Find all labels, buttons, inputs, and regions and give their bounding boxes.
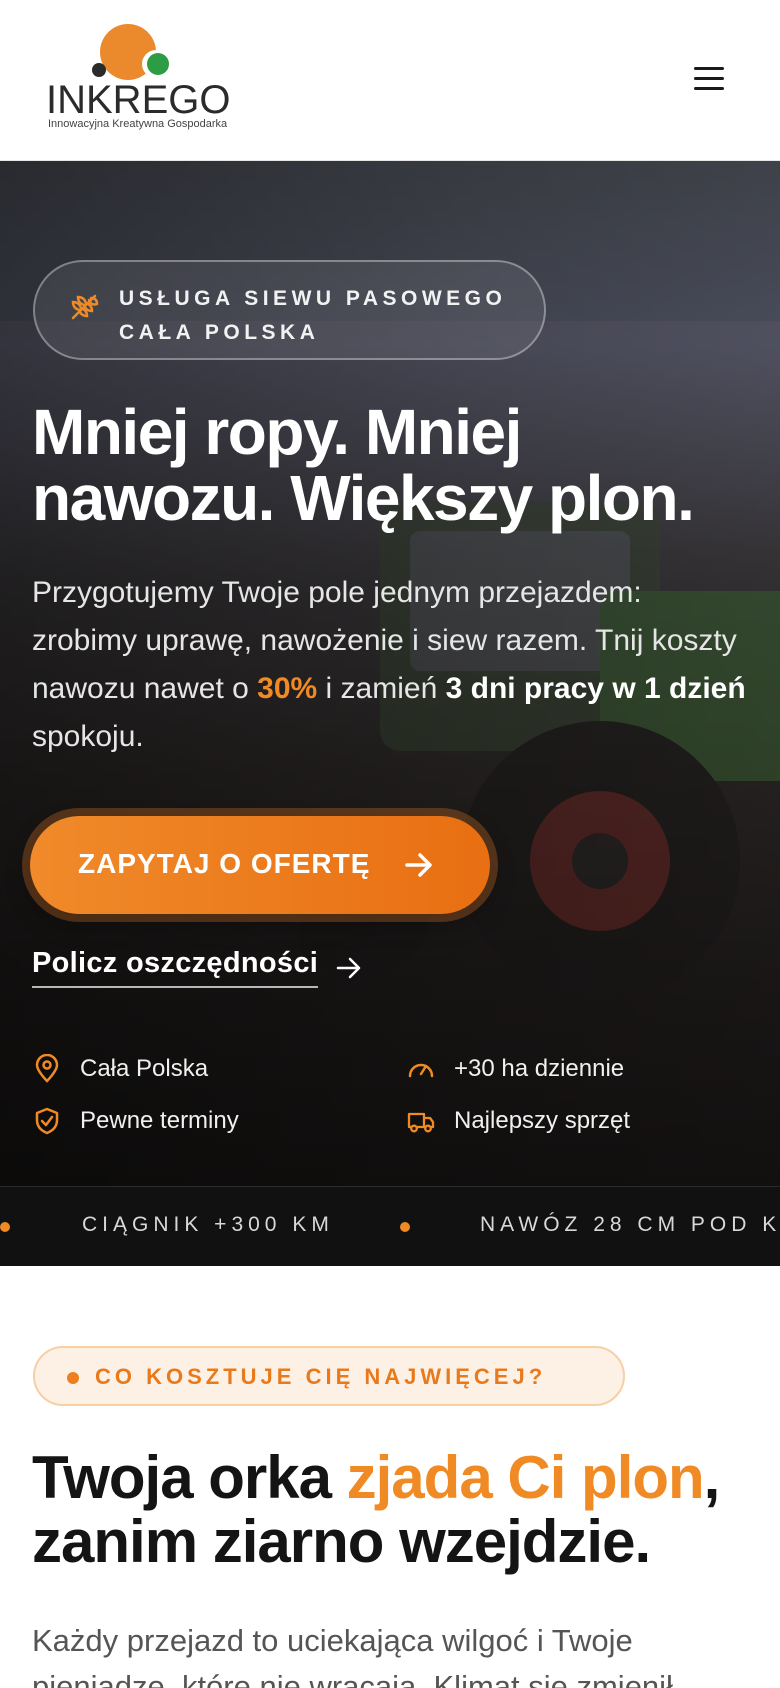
service-badge: USŁUGA SIEWU PASOWEGO CAŁA POLSKA [33,260,546,360]
logo-name: INKREGO [46,78,231,122]
wheat-icon [71,294,99,320]
badge-line-1: USŁUGA SIEWU PASOWEGO [119,287,507,310]
calculate-savings-link[interactable]: Policz oszczędności [32,947,361,988]
site-header: INKREGO Innowacyjna Kreatywna Gospodarka [0,0,780,161]
feature-item: Pewne terminy [32,1104,239,1138]
pill-dot [67,1372,79,1384]
hamburger-icon [694,67,724,70]
hamburger-icon-line [694,87,724,90]
arrow-right-icon [405,853,432,877]
feature-label: Pewne terminy [80,1107,239,1134]
ticker-item: NAWÓZ 28 CM POD KO [480,1213,780,1236]
map-pin-icon [35,1054,59,1083]
logo[interactable]: INKREGO Innowacyjna Kreatywna Gospodarka [44,24,244,136]
feature-item: Najlepszy sprzęt [406,1104,630,1138]
section-title: Twoja orka zjada Ci plon, zanim ziarno w… [32,1446,772,1574]
feature-label: +30 ha dziennie [454,1055,625,1082]
logo-tagline: Innowacyjna Kreatywna Gospodarka [48,118,228,130]
feature-label: Cała Polska [80,1055,209,1082]
marquee-ticker: CIĄGNIK +300 KM NAWÓZ 28 CM POD KO [0,1186,780,1266]
hero-title-line-2: nawozu. Większy plon. [32,462,695,534]
feature-item: Cała Polska [32,1052,208,1086]
feature-item: +30 ha dziennie [406,1052,624,1086]
hero-description: Przygotujemy Twoje pole jednym przejazde… [32,569,752,761]
hero-desc-text-2: i zamień [317,672,446,705]
hero-desc-text-3: spokoju. [32,720,144,753]
section-title-accent: zjada Ci plon [346,1444,705,1511]
ticker-dot [0,1222,10,1232]
hamburger-menu-button[interactable] [692,64,726,94]
request-offer-label: ZAPYTAJ O OFERTĘ [78,848,371,879]
request-offer-button[interactable]: ZAPYTAJ O OFERTĘ [30,816,490,914]
ticker-item: CIĄGNIK +300 KM [82,1213,334,1236]
calculate-savings-label: Policz oszczędności [32,947,319,988]
section-description: Każdy przejazd to uciekająca wilgoć i Tw… [32,1623,673,1688]
badge-text: USŁUGA SIEWU PASOWEGO CAŁA POLSKA [119,282,529,350]
truck-icon [407,1112,435,1133]
section-title-line-2: zanim ziarno wzejdzie. [32,1508,651,1575]
shield-check-icon [35,1107,59,1135]
arrow-right-icon [336,957,361,979]
hero-title: Mniej ropy. Mniej nawozu. Większy plon. [32,399,752,531]
hero-title-line-1: Mniej ropy. Mniej [32,396,522,468]
hero-desc-accent: 30% [257,672,318,705]
hero-section: USŁUGA SIEWU PASOWEGO CAŁA POLSKA Mniej … [0,161,780,1186]
feature-label: Najlepszy sprzęt [454,1107,631,1134]
badge-line-2: CAŁA POLSKA [119,321,320,344]
hamburger-icon-line [694,77,724,80]
pill-label: CO KOSZTUJE CIĘ NAJWIĘCEJ? [95,1364,547,1389]
section-title-line-1: Twoja orka zjada Ci plon, [32,1446,772,1510]
section-title-text: Twoja orka [32,1444,347,1511]
speedometer-icon [408,1063,434,1078]
logo-mark-icon [92,24,170,80]
section-eyebrow-pill: CO KOSZTUJE CIĘ NAJWIĘCEJ? [33,1346,625,1406]
ticker-dot [400,1222,410,1232]
hero-desc-bold: 3 dni pracy w 1 dzień [445,672,746,705]
section-title-comma: , [703,1444,721,1511]
